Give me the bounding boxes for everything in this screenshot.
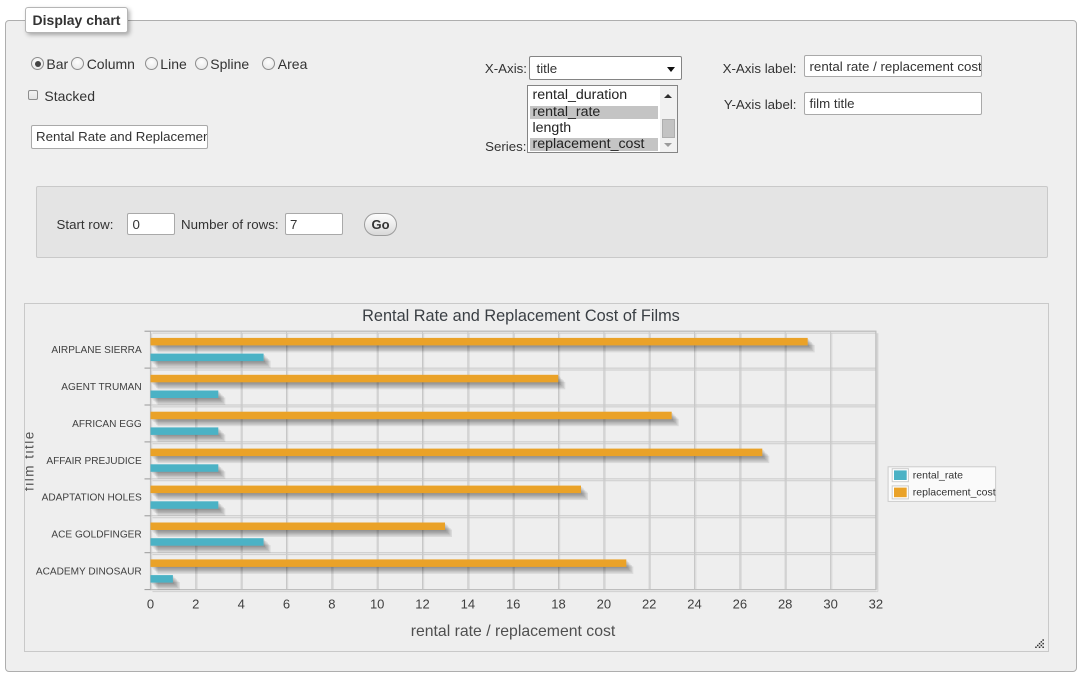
svg-text:12: 12	[415, 597, 429, 612]
svg-text:6: 6	[283, 597, 290, 612]
svg-text:ADAPTATION HOLES: ADAPTATION HOLES	[42, 493, 142, 504]
svg-text:8: 8	[328, 597, 335, 612]
svg-text:28: 28	[778, 597, 792, 612]
svg-text:ACADEMY DINOSAUR: ACADEMY DINOSAUR	[36, 567, 142, 578]
svg-text:AGENT TRUMAN: AGENT TRUMAN	[61, 382, 141, 393]
svg-text:AIRPLANE SIERRA: AIRPLANE SIERRA	[51, 345, 142, 356]
svg-text:AFRICAN EGG: AFRICAN EGG	[72, 419, 142, 430]
svg-text:rental rate / replacement cost: rental rate / replacement cost	[411, 623, 616, 640]
svg-text:14: 14	[461, 597, 475, 612]
svg-text:film title: film title	[25, 430, 36, 491]
svg-text:4: 4	[238, 597, 245, 612]
svg-text:30: 30	[823, 597, 837, 612]
svg-text:replacement_cost: replacement_cost	[913, 487, 996, 499]
svg-text:16: 16	[506, 597, 520, 612]
svg-text:AFFAIR PREJUDICE: AFFAIR PREJUDICE	[46, 456, 142, 467]
svg-text:18: 18	[551, 597, 565, 612]
svg-text:24: 24	[687, 597, 701, 612]
svg-text:ACE GOLDFINGER: ACE GOLDFINGER	[51, 530, 141, 541]
svg-text:2: 2	[192, 597, 199, 612]
svg-text:10: 10	[370, 597, 384, 612]
svg-text:rental_rate: rental_rate	[913, 469, 963, 481]
svg-text:0: 0	[147, 597, 154, 612]
svg-text:26: 26	[733, 597, 747, 612]
svg-text:32: 32	[869, 597, 883, 612]
svg-text:22: 22	[642, 597, 656, 612]
svg-text:20: 20	[597, 597, 611, 612]
svg-text:Rental Rate and Replacement Co: Rental Rate and Replacement Cost of Film…	[362, 307, 680, 325]
